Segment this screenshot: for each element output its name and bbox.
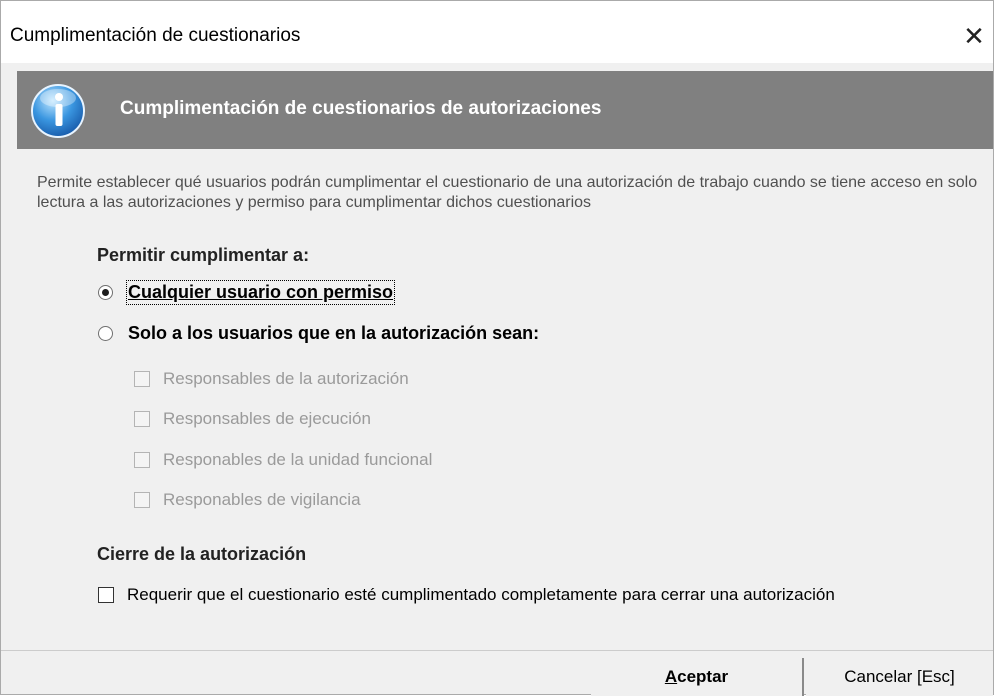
button-bar-separator	[1, 650, 993, 651]
accept-label: ceptar	[677, 667, 729, 686]
accept-button[interactable]: Aceptar	[591, 658, 804, 696]
checkbox-label: Responables de vigilancia	[163, 490, 361, 509]
window-title: Cumplimentación de cuestionarios	[10, 25, 301, 46]
banner-title: Cumplimentación de cuestionarios de auto…	[120, 98, 602, 119]
checkbox-label: Responsables de ejecución	[163, 409, 371, 428]
checkbox-label: Requerir que el cuestionario esté cumpli…	[127, 585, 835, 604]
permit-section-label: Permitir cumplimentar a:	[97, 245, 310, 265]
checkbox-box[interactable]	[98, 587, 114, 603]
radio-specific-users[interactable]: Solo a los usuarios que en la autorizaci…	[98, 323, 539, 344]
info-icon	[31, 84, 85, 138]
radio-indicator[interactable]	[98, 326, 113, 341]
checkbox-responsables-autorizacion[interactable]: Responsables de la autorización	[134, 369, 409, 389]
cancel-button[interactable]: Cancelar [Esc]	[806, 658, 993, 696]
checkbox-responsables-vigilancia[interactable]: Responables de vigilancia	[134, 490, 361, 510]
checkbox-box[interactable]	[134, 371, 150, 387]
description-text: Permite establecer qué usuarios podrán c…	[37, 174, 978, 211]
checkbox-box[interactable]	[134, 452, 150, 468]
radio-indicator[interactable]	[98, 285, 113, 300]
radio-any-user-label[interactable]: Cualquier usuario con permiso	[125, 280, 396, 305]
checkbox-box[interactable]	[134, 492, 150, 508]
checkbox-responsables-unidad-funcional[interactable]: Responables de la unidad funcional	[134, 450, 432, 470]
checkbox-label: Responsables de la autorización	[163, 369, 409, 388]
radio-any-user[interactable]: Cualquier usuario con permiso	[98, 280, 396, 305]
checkbox-require-complete[interactable]: Requerir que el cuestionario esté cumpli…	[98, 585, 835, 605]
header-banner: Cumplimentación de cuestionarios de auto…	[17, 71, 993, 149]
checkbox-label: Responables de la unidad funcional	[163, 450, 433, 469]
accept-accelerator: A	[664, 667, 678, 686]
closure-section-label: Cierre de la autorización	[97, 544, 307, 564]
checkbox-responsables-ejecucion[interactable]: Responsables de ejecución	[134, 409, 371, 429]
dialog-window: Cumplimentación de cuestionarios ✕ Cumpl…	[0, 0, 994, 696]
title-bar: Cumplimentación de cuestionarios ✕	[1, 1, 993, 63]
close-icon[interactable]: ✕	[957, 19, 991, 53]
radio-specific-users-label[interactable]: Solo a los usuarios que en la autorizaci…	[128, 323, 539, 344]
checkbox-box[interactable]	[134, 411, 150, 427]
